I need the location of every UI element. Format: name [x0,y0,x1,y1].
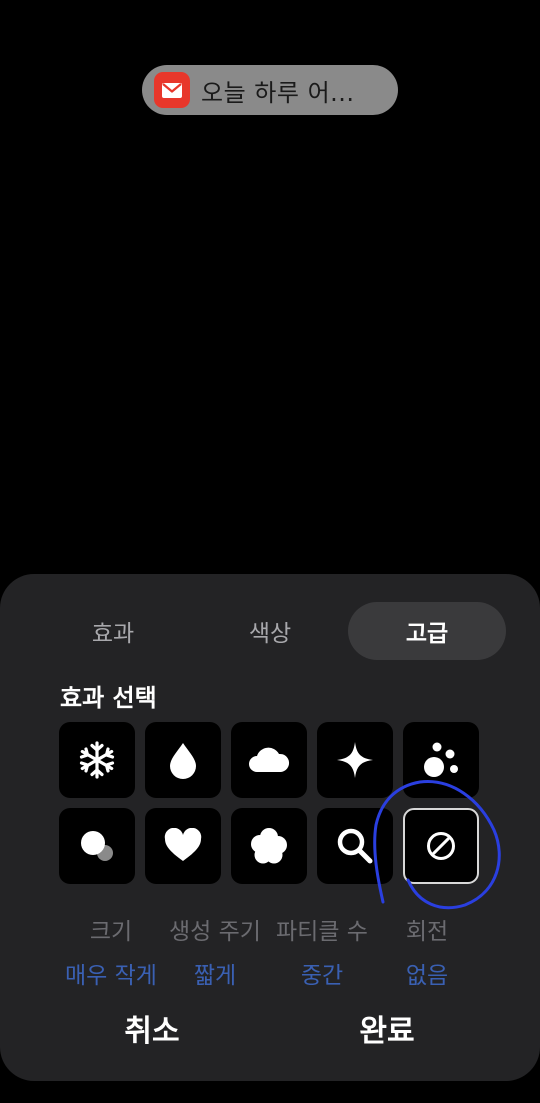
effect-magnifier[interactable] [317,808,393,884]
size-value[interactable]: 매우 작게 [60,956,162,990]
magnifier-icon [337,828,373,864]
effect-snowflake[interactable] [59,722,135,798]
mail-icon [154,72,190,108]
particle-count-label: 파티클 수 [276,919,368,945]
effect-flower[interactable] [231,808,307,884]
screen: 오늘 하루 어... 효과 색상 고급 효과 선택 크기 생성 주기 파티클 수… [0,0,540,1103]
heart-icon [164,828,202,861]
water-drop-icon [170,743,196,779]
cloud-icon [249,747,290,772]
effects-bottom-sheet: 효과 색상 고급 효과 선택 크기 생성 주기 파티클 수 회전 매우 작게 짧… [0,574,540,1081]
cancel-button[interactable]: 취소 [52,1006,252,1050]
effect-none[interactable] [403,808,479,884]
snowflake-icon [79,741,115,779]
effect-heart[interactable] [145,808,221,884]
tab-advanced[interactable]: 고급 [348,602,506,660]
tab-color[interactable]: 색상 [193,602,347,660]
spawn-rate-label: 생성 주기 [169,919,261,945]
effect-water-drop[interactable] [145,722,221,798]
bubbles-icon [424,742,458,777]
rotation-value[interactable]: 없음 [376,956,478,990]
circles-icon [81,831,113,861]
rotation-label: 회전 [405,919,449,945]
size-label: 크기 [89,919,133,945]
effect-circles[interactable] [59,808,135,884]
none-icon [427,832,455,860]
effect-sparkle[interactable] [317,722,393,798]
done-button[interactable]: 완료 [287,1006,487,1050]
flower-icon [251,828,287,864]
property-values-row: 매우 작게 짧게 중간 없음 [0,956,540,990]
effect-cloud[interactable] [231,722,307,798]
property-labels-row: 크기 생성 주기 파티클 수 회전 [0,912,540,946]
sparkle-icon [337,742,373,778]
notification-text: 오늘 하루 어... [201,78,355,107]
spawn-rate-value[interactable]: 짧게 [162,956,268,990]
notification-pill[interactable]: 오늘 하루 어... [142,65,398,115]
section-title: 효과 선택 [60,684,157,712]
tab-bar: 효과 색상 고급 [0,602,540,660]
tab-effects[interactable]: 효과 [36,602,190,660]
effect-bubbles[interactable] [403,722,479,798]
particle-count-value[interactable]: 중간 [268,956,376,990]
